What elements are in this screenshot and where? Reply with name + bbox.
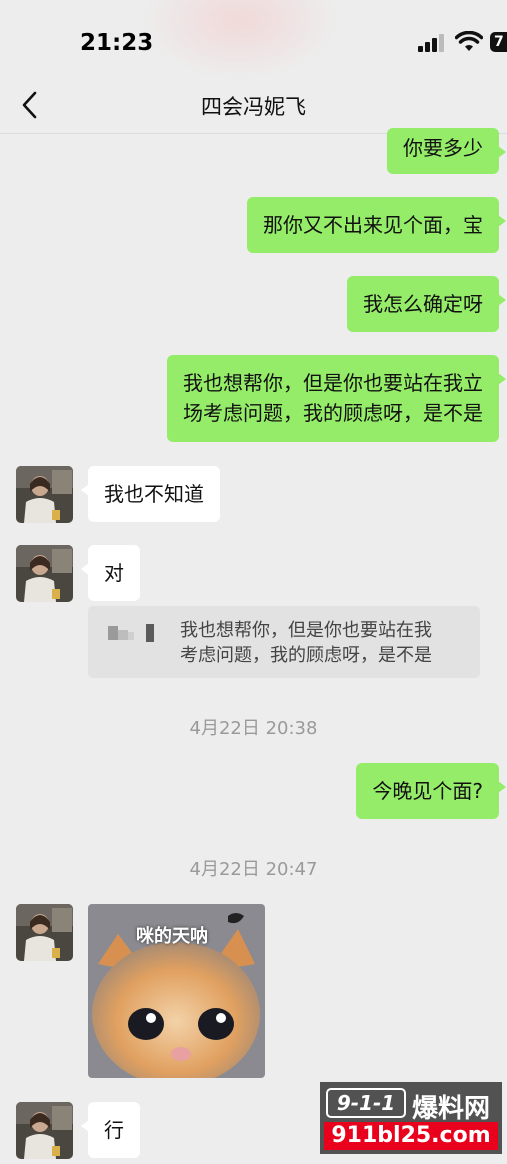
received-message-bubble[interactable]: 我也不知道 [81, 466, 220, 522]
contact-avatar[interactable] [16, 904, 73, 961]
quoted-message[interactable]: 我也想帮你，但是你也要站在我 考虑问题，我的顾虑呀，是不是 [88, 606, 480, 678]
quote-line: 考虑问题，我的顾虑呀，是不是 [180, 645, 432, 666]
quote-line: 我也想帮你，但是你也要站在我 [180, 620, 432, 641]
watermark-name: 爆料网 [412, 1094, 491, 1124]
message-timestamp: 4月22日 20:47 [189, 859, 318, 880]
cellular-signal-icon [418, 34, 444, 52]
contact-avatar[interactable] [16, 1102, 73, 1159]
sent-message-bubble[interactable]: 今晚见个面? [356, 763, 506, 819]
sticker-caption: 咪的天呐 [136, 926, 208, 947]
received-message-bubble[interactable]: 对 [81, 545, 140, 601]
watermark-logo: 9-1-1 [326, 1088, 406, 1118]
wifi-icon [455, 31, 483, 51]
chat-header: 四会冯妮飞 [0, 80, 507, 134]
sent-message-bubble[interactable]: 那你又不出来见个面，宝 [247, 197, 506, 253]
sent-message-bubble[interactable]: 我也想帮你，但是你也要站在我立 场考虑问题，我的顾虑呀，是不是 [167, 355, 506, 442]
chat-title: 四会冯妮飞 [201, 95, 306, 119]
watermark-url: 911bl25.com [324, 1122, 498, 1150]
battery-indicator: 7 [490, 32, 507, 52]
contact-avatar[interactable] [16, 545, 73, 602]
status-time: 21:23 [80, 30, 154, 56]
sent-message-bubble[interactable]: 你要多少 [387, 128, 506, 174]
message-line: 场考虑问题，我的顾虑呀，是不是 [183, 401, 483, 425]
kitten-sticker[interactable]: 咪的天呐 [88, 904, 265, 1078]
watermark: 9-1-1 爆料网 911bl25.com [320, 1082, 502, 1154]
message-line: 我也想帮你，但是你也要站在我立 [183, 371, 483, 395]
status-bar: 21:23 7 [0, 0, 507, 80]
redacted-name-mosaic [108, 624, 154, 642]
received-message-bubble[interactable]: 行 [81, 1102, 140, 1158]
sent-message-bubble[interactable]: 我怎么确定呀 [347, 276, 506, 332]
message-timestamp: 4月22日 20:38 [189, 718, 318, 739]
contact-avatar[interactable] [16, 466, 73, 523]
